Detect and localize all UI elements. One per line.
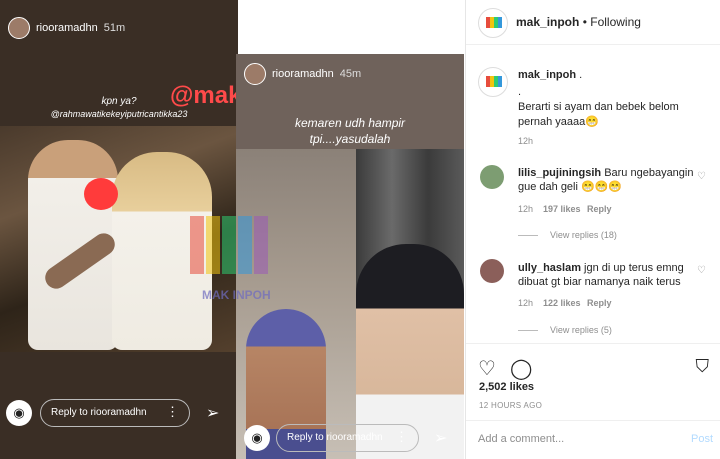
post-username[interactable]: mak_inpoh	[516, 15, 579, 29]
heart-icon[interactable]: ♡	[697, 171, 706, 182]
bookmark-icon[interactable]: ⛉	[696, 356, 710, 377]
post-media: riooramadhn 51m kpn ya? @rahmawatikekeyip…	[0, 0, 465, 459]
story-username[interactable]: riooramadhn	[272, 68, 334, 80]
avatar[interactable]	[478, 8, 508, 38]
reply-button[interactable]: Reply	[587, 298, 612, 308]
story-reply-input[interactable]: Reply to riooramadhn ⋮	[40, 399, 190, 427]
post-actions: ♡ ◯ ⛉	[466, 343, 720, 380]
divider	[518, 330, 538, 331]
comment-time: 12h	[518, 298, 534, 308]
send-icon[interactable]: ➢	[206, 403, 219, 423]
avatar[interactable]	[480, 259, 504, 283]
camera-icon[interactable]: ◉	[244, 425, 270, 451]
story-username[interactable]: riooramadhn	[36, 22, 98, 34]
story-header: riooramadhn 45m	[272, 68, 361, 80]
likes-count[interactable]: 2,502 likes	[479, 381, 534, 393]
caption-time: 12h	[518, 136, 534, 146]
comment-username[interactable]: ully_haslam	[518, 262, 581, 274]
tv-logo-icon	[486, 76, 502, 87]
watermark-logo	[190, 216, 282, 276]
avatar[interactable]	[480, 165, 504, 189]
camera-icon[interactable]: ◉	[6, 400, 32, 426]
following-button[interactable]: Following	[590, 15, 641, 29]
post-button[interactable]: Post	[691, 433, 713, 445]
comment-likes[interactable]: 122 likes	[543, 298, 581, 308]
post-header-user: mak_inpoh • Following	[516, 15, 641, 29]
send-icon[interactable]: ➢	[434, 428, 447, 448]
tv-logo-icon	[486, 17, 502, 28]
comment-likes[interactable]: 197 likes	[543, 204, 581, 214]
separator: •	[582, 15, 587, 29]
comment-text: lilis_pujiningsih Baru ngebayangin gue d…	[518, 166, 698, 194]
comment-input[interactable]: Add a comment...	[478, 433, 564, 445]
caption-body: Berarti si ayam dan bebek belom pernah y…	[518, 101, 679, 128]
comment-username[interactable]: lilis_pujiningsih	[518, 167, 601, 179]
view-replies-button[interactable]: View replies (5)	[550, 325, 612, 335]
post-header: mak_inpoh • Following	[466, 0, 720, 45]
post-panel: mak_inpoh • Following mak_inpoh . . Bera…	[465, 0, 720, 459]
story-header: riooramadhn 51m	[36, 22, 125, 34]
view-replies-button[interactable]: View replies (18)	[550, 230, 617, 240]
avatar[interactable]	[478, 67, 508, 97]
caption-username[interactable]: mak_inpoh	[518, 69, 576, 81]
caption-header: mak_inpoh .	[518, 69, 582, 81]
story-reply-input[interactable]: Reply to riooramadhn ⋮	[276, 424, 419, 452]
reply-button[interactable]: Reply	[587, 204, 612, 214]
comment-text: ully_haslam jgn di up terus emng dibuat …	[518, 261, 698, 289]
story-time: 45m	[339, 68, 362, 80]
caption-tail: .	[579, 69, 583, 81]
more-icon[interactable]: ⋮	[166, 404, 179, 420]
comment-time: 12h	[518, 204, 534, 214]
caption-text: . Berarti si ayam dan bebek belom pernah…	[518, 85, 708, 130]
post-time: 12 HOURS AGO	[479, 401, 543, 410]
watermark-text: MAK INPOH	[202, 288, 271, 302]
caption-dot: .	[518, 86, 522, 98]
heart-sticker	[84, 178, 118, 210]
story-time: 51m	[103, 22, 126, 34]
heart-icon[interactable]: ♡	[478, 356, 496, 381]
reply-placeholder: Reply to riooramadhn	[287, 432, 383, 443]
story-caption: kemaren udh hampir	[294, 116, 406, 130]
comment-bar: Add a comment... Post	[466, 420, 720, 459]
heart-icon[interactable]: ♡	[697, 265, 706, 276]
comment-icon[interactable]: ◯	[510, 356, 532, 381]
story-avatar	[244, 63, 266, 85]
story-mention: @rahmawatikekeyiputricantikka23	[50, 109, 188, 119]
divider	[518, 235, 538, 236]
story-avatar	[8, 17, 30, 39]
more-icon[interactable]: ⋮	[395, 429, 408, 445]
story-caption: tpi....yasudalah	[309, 132, 391, 146]
reply-placeholder: Reply to riooramadhn	[51, 407, 147, 418]
